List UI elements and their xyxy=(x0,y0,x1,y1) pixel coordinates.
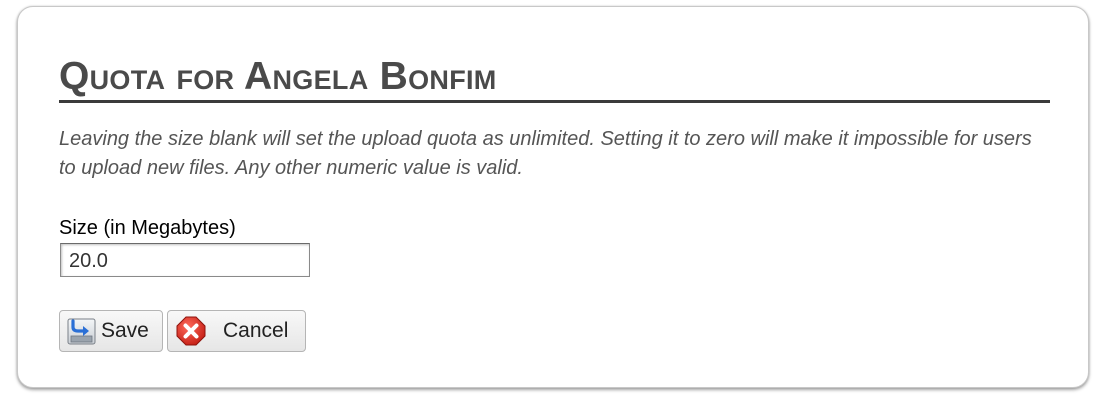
cancel-icon xyxy=(175,315,207,347)
quota-dialog: Quota for Angela Bonfim Leaving the size… xyxy=(17,6,1089,388)
save-icon xyxy=(66,315,98,347)
size-input[interactable] xyxy=(60,243,310,277)
cancel-button-label: Cancel xyxy=(223,319,289,342)
dialog-title: Quota for Angela Bonfim xyxy=(59,55,497,98)
save-button[interactable]: Save xyxy=(59,310,163,352)
size-field-label: Size (in Megabytes) xyxy=(59,217,236,239)
title-divider xyxy=(59,100,1050,103)
quota-description: Leaving the size blank will set the uplo… xyxy=(59,128,1032,179)
save-button-label: Save xyxy=(101,319,149,342)
cancel-button[interactable]: Cancel xyxy=(167,310,306,352)
